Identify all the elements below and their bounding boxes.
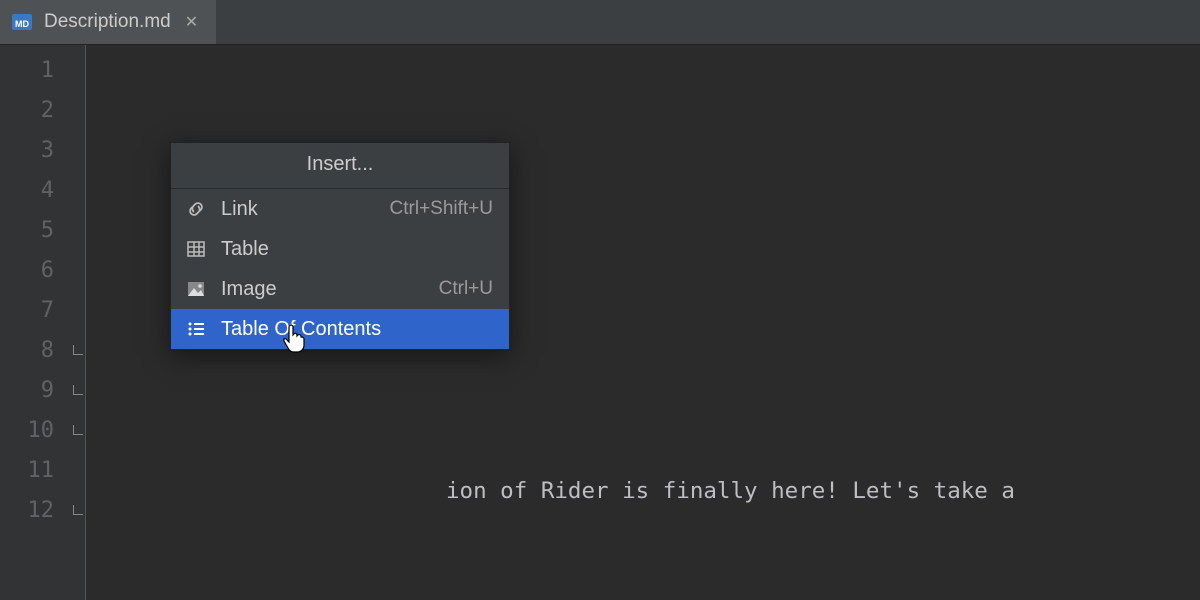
line-number: 12 (0, 491, 70, 531)
popup-item-label: Table (221, 238, 479, 261)
line-number: 1 (0, 51, 70, 91)
popup-item-label: Image (221, 278, 425, 301)
popup-item-label: Link (221, 198, 376, 221)
line-number: 8 (0, 331, 70, 371)
popup-item-image[interactable]: Image Ctrl+U (171, 269, 509, 309)
tab-description[interactable]: MD Description.md ✕ (0, 0, 216, 44)
popup-item-toc[interactable]: Table Of Contents (171, 309, 509, 349)
popup-item-shortcut: Ctrl+U (439, 278, 493, 300)
markdown-file-icon: MD (10, 10, 34, 34)
image-icon (185, 278, 207, 300)
table-icon (185, 238, 207, 260)
fold-gutter (70, 45, 86, 600)
tab-bar: MD Description.md ✕ (0, 0, 1200, 45)
insert-popup: Insert... Link Ctrl+Shift+U Table Image … (170, 142, 510, 350)
fold-marker[interactable] (73, 505, 83, 515)
line-number: 11 (0, 451, 70, 491)
line-number: 3 (0, 131, 70, 171)
cursor-pointer-icon (282, 321, 310, 349)
line-number: 9 (0, 371, 70, 411)
popup-item-shortcut: Ctrl+Shift+U (390, 198, 493, 220)
line-number: 6 (0, 251, 70, 291)
link-icon (185, 198, 207, 220)
popup-item-table[interactable]: Table (171, 229, 509, 269)
line-number-gutter: 1 2 3 4 5 6 7 8 9 10 11 12 (0, 45, 70, 600)
editor: 1 2 3 4 5 6 7 8 9 10 11 12 ion of Rider … (0, 45, 1200, 600)
line-number: 2 (0, 91, 70, 131)
line-number: 4 (0, 171, 70, 211)
tab-label: Description.md (44, 11, 171, 33)
fold-marker[interactable] (73, 425, 83, 435)
editor-text: ion of Rider is finally here! Let's take… (446, 478, 1028, 504)
svg-text:MD: MD (15, 19, 29, 29)
popup-item-label: Table Of Contents (221, 318, 479, 341)
line-number: 10 (0, 411, 70, 451)
list-icon (185, 318, 207, 340)
fold-marker[interactable] (73, 345, 83, 355)
popup-title: Insert... (171, 143, 509, 189)
line-number: 5 (0, 211, 70, 251)
fold-marker[interactable] (73, 385, 83, 395)
line-number: 7 (0, 291, 70, 331)
close-icon[interactable]: ✕ (181, 8, 202, 36)
popup-item-link[interactable]: Link Ctrl+Shift+U (171, 189, 509, 229)
